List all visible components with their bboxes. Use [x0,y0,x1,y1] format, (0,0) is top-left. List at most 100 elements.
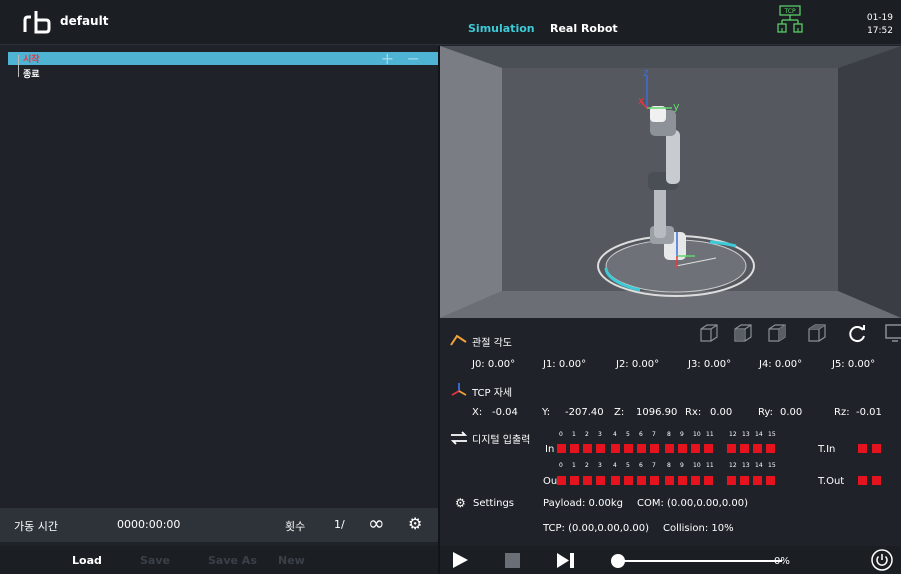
in-num-11: 11 [706,431,714,438]
out-num-4: 4 [613,462,617,469]
run-time-label: 가동 시간 [14,520,58,533]
settings-title[interactable]: Settings [473,498,514,509]
out-led-13[interactable] [740,476,749,485]
file-bar: Load Save Save As New [0,546,438,574]
stop-icon[interactable] [505,553,520,568]
play-icon[interactable] [453,552,468,568]
in-led-12 [727,444,736,453]
datetime: 01-19 17:52 [867,12,893,38]
tree-selected-row[interactable]: + − [8,49,438,68]
program-tree-panel[interactable] [0,46,438,508]
out-led-2[interactable] [583,476,592,485]
tree-node-end[interactable]: 종료 [23,67,40,80]
in-num-10: 10 [693,431,701,438]
out-num-12: 12 [729,462,737,469]
j0-value: J0: 0.00° [472,359,516,370]
tcp-y-value: -207.40 [565,407,604,418]
out-num-8: 8 [667,462,671,469]
run-settings-gear-icon[interactable]: ⚙ [408,514,422,533]
out-num-14: 14 [755,462,763,469]
payload-value: Payload: 0.00kg [543,498,623,509]
in-led-2 [583,444,592,453]
power-icon[interactable] [871,549,893,571]
tcp-rz-label: Rz: [834,407,850,418]
save-button[interactable]: Save [140,554,170,567]
tool-out-led-0[interactable] [858,476,867,485]
tcp-ry-value: 0.00 [780,407,803,418]
out-num-0: 0 [559,462,563,469]
tcp-x-value: -0.04 [492,407,518,418]
j2-value: J2: 0.00° [616,359,660,370]
view-top-cube-icon[interactable] [806,322,828,344]
tree-connector [18,55,19,77]
top-bar: default Simulation Real Robot TCP 01-19 … [0,0,901,45]
out-led-10[interactable] [691,476,700,485]
in-num-1: 1 [572,431,576,438]
tcp-network-icon[interactable]: TCP [776,4,804,36]
out-num-13: 13 [742,462,750,469]
out-led-3[interactable] [596,476,605,485]
infinite-loop-icon[interactable]: ∞ [368,511,385,535]
speed-slider-track[interactable] [617,560,782,562]
io-in-label: In [545,444,555,455]
view-front-cube-icon[interactable] [698,322,720,344]
out-led-7[interactable] [650,476,659,485]
tool-in-led-0 [858,444,867,453]
in-num-15: 15 [768,431,776,438]
speed-value: 0% [774,556,790,567]
reset-view-refresh-icon[interactable] [846,322,868,344]
tab-simulation[interactable]: Simulation [468,22,535,35]
tree-node-start[interactable]: 시작 [23,52,40,65]
out-led-4[interactable] [611,476,620,485]
out-num-2: 2 [585,462,589,469]
in-led-1 [570,444,579,453]
in-led-9 [678,444,687,453]
repeat-count-value[interactable]: 1/ [334,518,345,531]
remove-node-button[interactable]: − [407,49,420,68]
tcp-rx-label: Rx: [685,407,702,418]
robot-3d-viewport[interactable]: z y x [440,46,901,318]
in-num-2: 2 [585,431,589,438]
tool-out-led-1[interactable] [872,476,881,485]
in-num-14: 14 [755,431,763,438]
in-led-3 [596,444,605,453]
new-button[interactable]: New [278,554,305,567]
out-led-1[interactable] [570,476,579,485]
tcp-axes-icon [451,383,467,396]
svg-text:y: y [673,100,680,113]
j4-value: J4: 0.00° [759,359,803,370]
load-button[interactable]: Load [72,554,102,567]
in-num-3: 3 [598,431,602,438]
out-led-11[interactable] [704,476,713,485]
digital-io-arrows-icon [450,431,468,445]
out-led-0[interactable] [557,476,566,485]
monitor-icon[interactable] [884,322,901,344]
out-led-9[interactable] [678,476,687,485]
repeat-count-label: 횟수 [285,520,306,533]
out-led-5[interactable] [624,476,633,485]
tcp-z-value: 1096.90 [636,407,678,418]
step-forward-icon[interactable] [556,552,576,569]
in-led-11 [704,444,713,453]
tool-in-led-1 [872,444,881,453]
save-as-button[interactable]: Save As [208,554,257,567]
settings-gear-icon[interactable]: ⚙ [455,496,466,510]
out-led-8[interactable] [665,476,674,485]
speed-slider-knob[interactable] [611,554,625,568]
time: 17:52 [867,26,893,36]
view-left-cube-icon[interactable] [732,322,754,344]
in-led-13 [740,444,749,453]
add-node-button[interactable]: + [381,49,394,68]
tcp-ry-label: Ry: [758,407,773,418]
out-led-15[interactable] [766,476,775,485]
out-led-14[interactable] [753,476,762,485]
joint-angle-title: 관절 각도 [472,338,512,349]
com-value: COM: (0.00,0.00,0.00) [637,498,748,509]
tool-in-label: T.In [818,444,836,455]
out-led-12[interactable] [727,476,736,485]
view-right-cube-icon[interactable] [766,322,788,344]
collision-value: Collision: 10% [663,523,734,534]
tcp-offset-value: TCP: (0.00,0.00,0.00) [543,523,650,534]
out-led-6[interactable] [637,476,646,485]
tab-real-robot[interactable]: Real Robot [550,22,618,35]
